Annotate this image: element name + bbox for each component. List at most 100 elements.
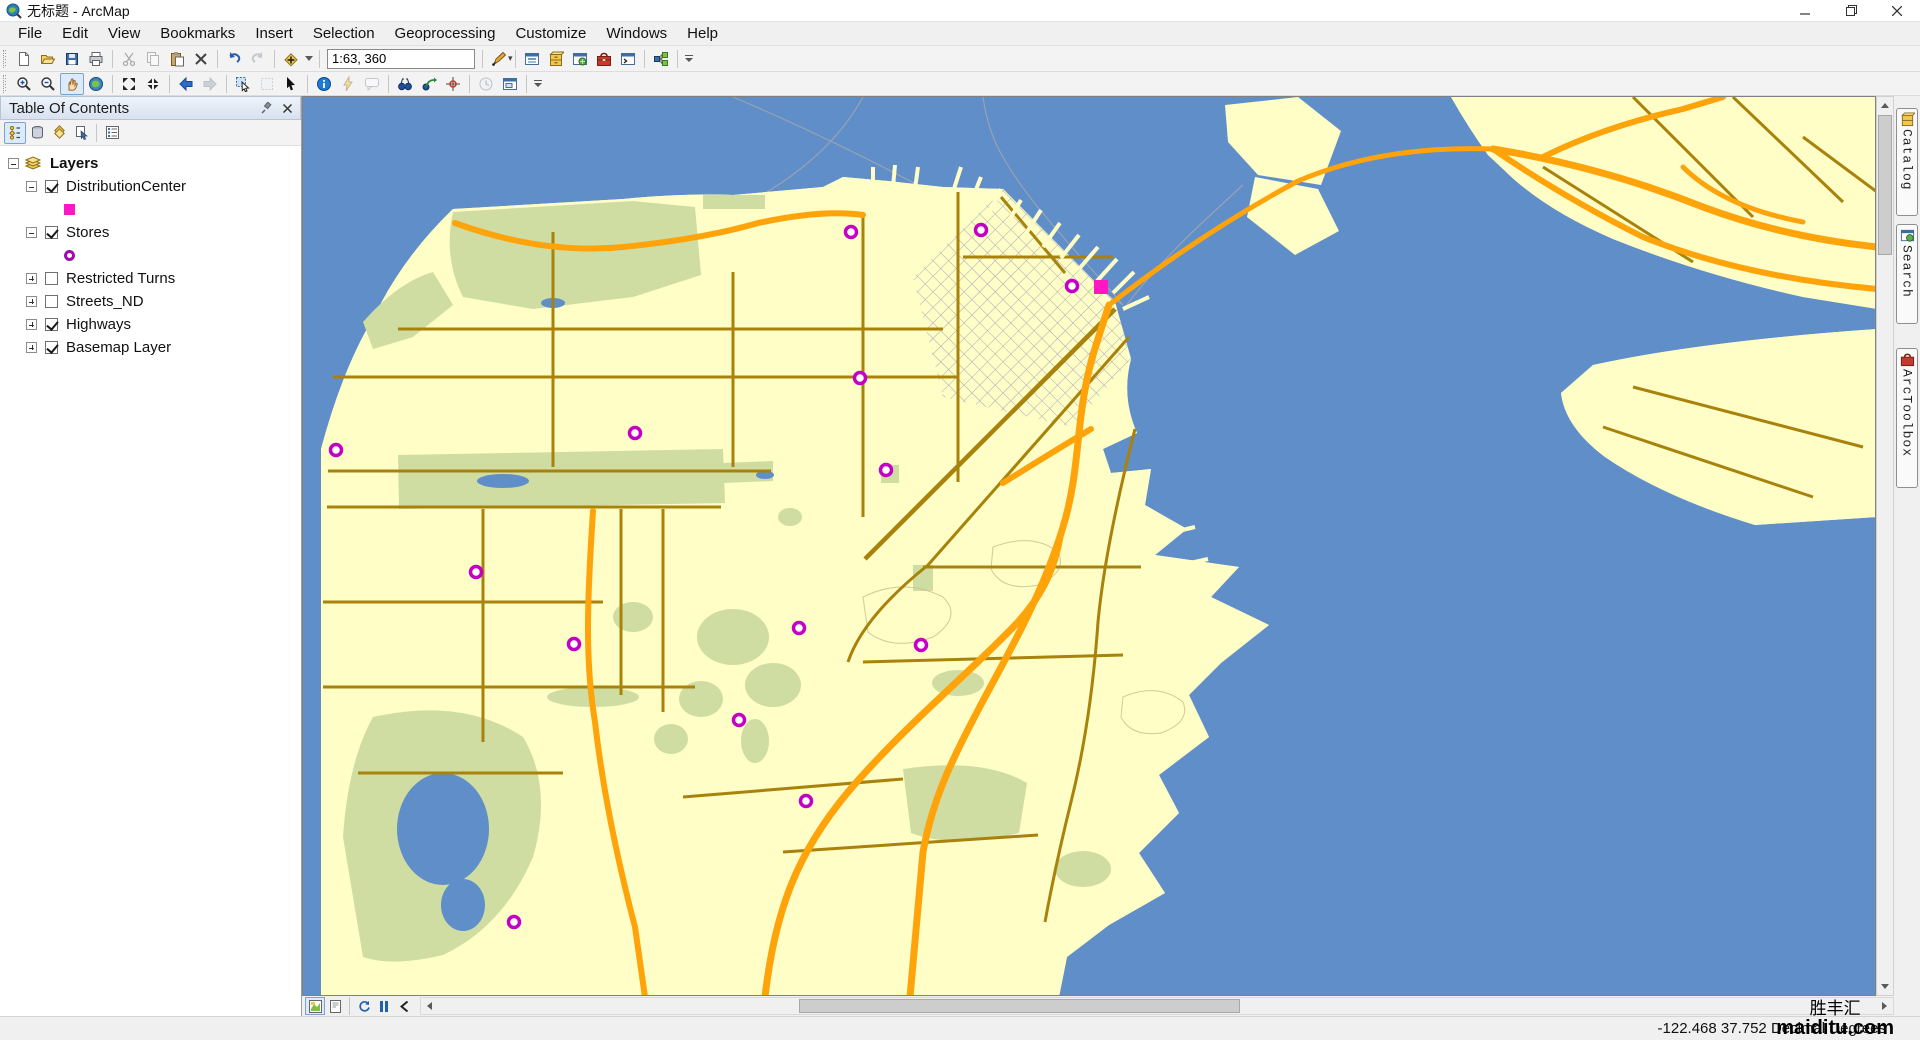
collapse-icon[interactable]: [26, 227, 37, 238]
scroll-down-button[interactable]: [1877, 978, 1893, 995]
layer-visibility-checkbox[interactable]: [45, 272, 58, 285]
find-tool[interactable]: [393, 73, 417, 95]
collapse-icon[interactable]: [8, 158, 19, 169]
list-by-selection-button[interactable]: [70, 122, 92, 144]
toc-layer-streets-nd[interactable]: Streets_ND: [6, 290, 301, 313]
map-horizontal-scrollbar[interactable]: [420, 997, 1894, 1015]
find-route-tool[interactable]: [417, 73, 441, 95]
arctoolbox-window-button[interactable]: [592, 48, 616, 70]
menu-file[interactable]: File: [8, 23, 52, 44]
new-map-button[interactable]: [12, 48, 36, 70]
expand-icon[interactable]: [26, 342, 37, 353]
toc-symbol-stores[interactable]: [6, 244, 301, 267]
search-window-button[interactable]: [568, 48, 592, 70]
select-features-tool[interactable]: [231, 73, 255, 95]
paste-button[interactable]: [165, 48, 189, 70]
toc-layer-highways[interactable]: Highways: [6, 313, 301, 336]
magenta-circle-symbol[interactable]: [65, 251, 74, 260]
add-data-button[interactable]: [279, 48, 303, 70]
list-by-source-button[interactable]: [26, 122, 48, 144]
layer-visibility-checkbox[interactable]: [45, 318, 58, 331]
zoom-out-tool[interactable]: [36, 73, 60, 95]
toolbar-grip[interactable]: [3, 50, 8, 68]
pan-tool[interactable]: [60, 73, 84, 95]
layer-label[interactable]: Highways: [66, 316, 131, 333]
table-of-contents-button[interactable]: [520, 48, 544, 70]
expand-icon[interactable]: [26, 273, 37, 284]
toc-root-layers[interactable]: Layers: [6, 152, 301, 175]
refresh-view-button[interactable]: [354, 997, 374, 1015]
minimize-button[interactable]: [1782, 0, 1828, 22]
create-viewer-window-button[interactable]: [498, 73, 522, 95]
tab-catalog[interactable]: Catalog: [1896, 108, 1918, 216]
vertical-scroll-thumb[interactable]: [1878, 115, 1892, 255]
toc-symbol-distributioncenter[interactable]: [6, 198, 301, 221]
modelbuilder-button[interactable]: [649, 48, 673, 70]
list-by-drawing-order-button[interactable]: [4, 122, 26, 144]
layout-view-button[interactable]: [325, 997, 345, 1015]
pause-drawing-button[interactable]: [374, 997, 394, 1015]
time-slider-button[interactable]: [474, 73, 498, 95]
menu-geoprocessing[interactable]: Geoprocessing: [385, 23, 506, 44]
collapse-icon[interactable]: [26, 181, 37, 192]
list-by-visibility-button[interactable]: [48, 122, 70, 144]
toc-options-button[interactable]: [101, 122, 123, 144]
hyperlink-tool[interactable]: [336, 73, 360, 95]
close-button[interactable]: [1874, 0, 1920, 22]
menu-windows[interactable]: Windows: [596, 23, 677, 44]
layer-group-label[interactable]: Layers: [50, 155, 98, 172]
go-to-xy-tool[interactable]: [441, 73, 465, 95]
toolbar-grip[interactable]: [3, 75, 8, 93]
toolbar-overflow-button[interactable]: [682, 55, 696, 62]
html-popup-tool[interactable]: [360, 73, 384, 95]
catalog-window-button[interactable]: [544, 48, 568, 70]
layer-visibility-checkbox[interactable]: [45, 295, 58, 308]
menu-selection[interactable]: Selection: [303, 23, 385, 44]
cut-button[interactable]: [117, 48, 141, 70]
menu-bookmarks[interactable]: Bookmarks: [150, 23, 245, 44]
editor-toolbar-button[interactable]: [487, 48, 511, 70]
layer-visibility-checkbox[interactable]: [45, 341, 58, 354]
full-extent-tool[interactable]: [84, 73, 108, 95]
toc-layer-stores[interactable]: Stores: [6, 221, 301, 244]
scroll-right-button[interactable]: [1876, 998, 1893, 1014]
menu-help[interactable]: Help: [677, 23, 728, 44]
expand-icon[interactable]: [26, 296, 37, 307]
scroll-up-button[interactable]: [1877, 97, 1893, 114]
layer-label[interactable]: Restricted Turns: [66, 270, 175, 287]
select-elements-tool[interactable]: [279, 73, 303, 95]
horizontal-scroll-thumb[interactable]: [799, 999, 1240, 1013]
toc-layer-basemap[interactable]: Basemap Layer: [6, 336, 301, 359]
menu-insert[interactable]: Insert: [245, 23, 303, 44]
layer-visibility-checkbox[interactable]: [45, 226, 58, 239]
map-canvas[interactable]: [302, 96, 1876, 996]
add-data-dropdown[interactable]: [303, 48, 315, 70]
menu-view[interactable]: View: [98, 23, 150, 44]
close-icon[interactable]: [278, 99, 296, 117]
previous-extent-button[interactable]: [394, 997, 414, 1015]
fixed-zoom-out-tool[interactable]: [141, 73, 165, 95]
toolbar-overflow-button[interactable]: [531, 80, 545, 87]
back-extent-button[interactable]: [174, 73, 198, 95]
python-window-button[interactable]: [616, 48, 640, 70]
layer-visibility-checkbox[interactable]: [45, 180, 58, 193]
print-button[interactable]: [84, 48, 108, 70]
toc-layer-distributioncenter[interactable]: DistributionCenter: [6, 175, 301, 198]
clear-selection-button[interactable]: [255, 73, 279, 95]
tab-search[interactable]: Search: [1896, 224, 1918, 324]
magenta-square-symbol[interactable]: [64, 204, 75, 215]
fixed-zoom-in-tool[interactable]: [117, 73, 141, 95]
toc-layer-restricted-turns[interactable]: Restricted Turns: [6, 267, 301, 290]
map-scale-input[interactable]: [328, 51, 508, 66]
zoom-in-tool[interactable]: [12, 73, 36, 95]
layer-label[interactable]: Stores: [66, 224, 109, 241]
expand-icon[interactable]: [26, 319, 37, 330]
pin-icon[interactable]: [258, 99, 276, 117]
open-map-button[interactable]: [36, 48, 60, 70]
map-scale-combo[interactable]: ▾: [327, 49, 475, 69]
data-view-button[interactable]: [305, 997, 325, 1015]
delete-button[interactable]: [189, 48, 213, 70]
tab-arctoolbox[interactable]: ArcToolbox: [1896, 348, 1918, 488]
undo-button[interactable]: [222, 48, 246, 70]
copy-button[interactable]: [141, 48, 165, 70]
